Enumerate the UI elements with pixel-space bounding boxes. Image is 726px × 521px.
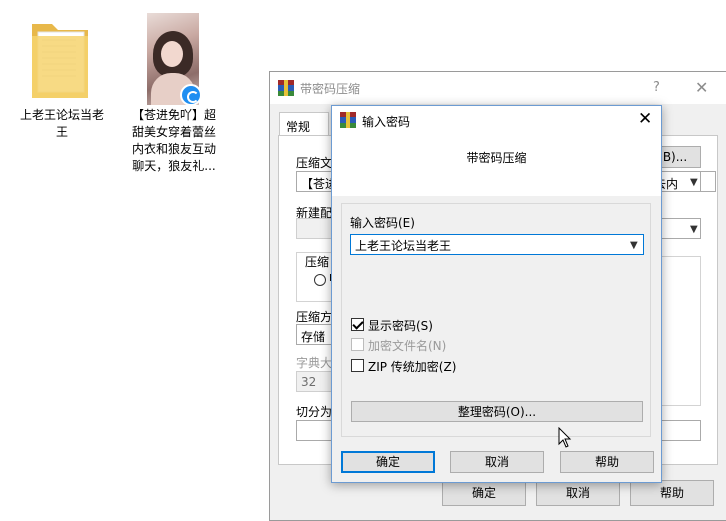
password-input[interactable]: 上老王论坛当老王 [350, 234, 644, 255]
password-dialog: 输入密码 ✕ 带密码压缩 输入密码(E) 上老王论坛当老王 ▼ 显示密码(S) … [331, 105, 662, 483]
archive-window-title: 带密码压缩 [300, 82, 361, 96]
format-radio[interactable] [314, 274, 326, 286]
encrypt-filenames-label: 加密文件名(N) [368, 339, 447, 353]
archive-name-label: 压缩文 [296, 156, 333, 170]
folder-icon [32, 24, 88, 98]
help-button[interactable]: 帮助 [560, 451, 654, 473]
tab-general[interactable]: 常规 [279, 112, 329, 136]
method-value: 存储 [301, 330, 326, 344]
show-password-checkbox[interactable] [351, 318, 364, 331]
encrypt-filenames-checkbox[interactable] [351, 338, 364, 351]
mouse-cursor-icon [558, 427, 572, 448]
zip-legacy-checkbox[interactable] [351, 359, 364, 372]
ok-button[interactable]: 确定 [442, 480, 526, 506]
password-dialog-titlebar[interactable]: 输入密码 ✕ [332, 106, 661, 134]
method-label: 压缩方 [296, 310, 333, 324]
show-password-label: 显示密码(S) [368, 319, 433, 333]
close-icon[interactable]: ✕ [638, 109, 652, 129]
chevron-down-icon: ▼ [690, 177, 698, 188]
close-icon[interactable]: ✕ [695, 78, 708, 97]
organize-passwords-button[interactable]: 整理密码(O)... [351, 401, 643, 422]
dialog-heading: 带密码压缩 [466, 151, 527, 165]
folder-label: 上老王论坛当老王 [19, 108, 104, 139]
compression-group-label: 压缩 [305, 255, 330, 269]
winrar-icon [340, 112, 356, 128]
winrar-icon [278, 80, 294, 96]
help-icon[interactable]: ? [653, 80, 660, 95]
dictionary-value: 32 [301, 375, 317, 389]
archive-window-titlebar[interactable]: 带密码压缩 ? ✕ [270, 72, 726, 104]
chevron-down-icon: ▼ [690, 224, 698, 235]
chevron-down-icon[interactable]: ▼ [630, 240, 638, 251]
dialog-header: 带密码压缩 [332, 134, 661, 196]
password-dialog-title: 输入密码 [362, 115, 411, 129]
split-label: 切分为 [296, 405, 333, 419]
cancel-button[interactable]: 取消 [450, 451, 544, 473]
cancel-button[interactable]: 取消 [536, 480, 620, 506]
sync-badge-icon [180, 84, 202, 106]
video-label: 【苍进免吖】超甜美女穿着蕾丝内衣和狼友互动聊天，狼友礼... [131, 108, 216, 173]
zip-legacy-label: ZIP 传统加密(Z) [368, 360, 457, 374]
enter-password-label: 输入密码(E) [350, 216, 415, 230]
dictionary-label: 字典大 [296, 356, 333, 370]
help-button[interactable]: 帮助 [630, 480, 714, 506]
password-value: 上老王论坛当老王 [355, 239, 452, 253]
ok-button[interactable]: 确定 [341, 451, 435, 473]
